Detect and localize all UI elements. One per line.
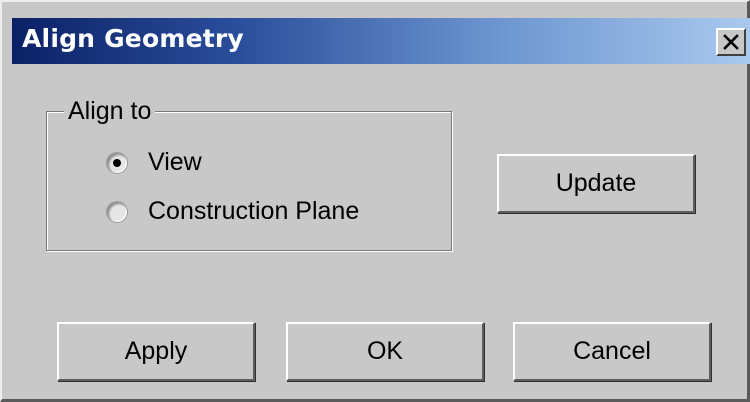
align-geometry-dialog: Align Geometry Align to View Constructio… xyxy=(0,0,750,402)
align-to-label: Align to xyxy=(64,96,156,126)
title-bar[interactable]: Align Geometry xyxy=(12,18,750,64)
align-to-groupbox xyxy=(46,111,452,251)
construction-plane-radio-label[interactable]: Construction Plane xyxy=(148,197,359,226)
construction-plane-radio[interactable] xyxy=(106,200,128,223)
window-title: Align Geometry xyxy=(22,24,244,53)
radio-selected-dot xyxy=(113,158,121,167)
apply-button[interactable]: Apply xyxy=(57,322,255,381)
radio-option-construction-plane[interactable]: Construction Plane xyxy=(106,197,359,226)
update-button[interactable]: Update xyxy=(497,154,695,213)
radio-option-view[interactable]: View xyxy=(106,148,202,177)
cancel-button[interactable]: Cancel xyxy=(513,322,711,381)
close-icon xyxy=(722,34,740,50)
ok-button[interactable]: OK xyxy=(286,322,484,381)
close-button[interactable] xyxy=(716,28,746,56)
view-radio-label[interactable]: View xyxy=(148,148,202,177)
view-radio[interactable] xyxy=(106,151,128,174)
